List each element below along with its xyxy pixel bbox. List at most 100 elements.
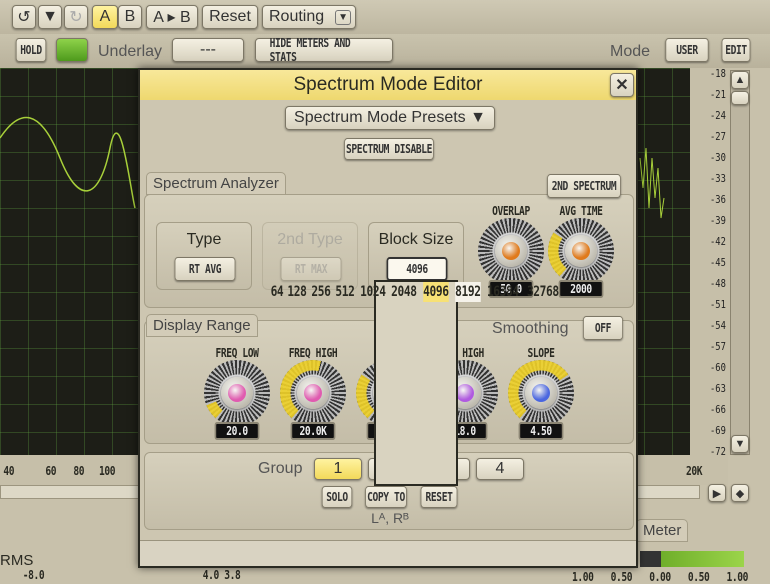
group-reset-button[interactable]: RESET <box>420 486 458 508</box>
knob-label: FREQ LOW <box>215 346 259 360</box>
scale-tick: -69 <box>710 424 727 437</box>
dialog-footer <box>140 540 636 566</box>
scale-tick: -42 <box>710 235 727 248</box>
block-size-options: 64 128 256 512 1024 2048 4096 8192 16384 32768 <box>271 280 559 486</box>
scale-tick: -30 <box>710 151 727 164</box>
scale-tick: -33 <box>710 172 727 185</box>
redo-icon: ↻ <box>69 9 83 26</box>
group-button-4[interactable]: 4 <box>476 458 524 480</box>
freq-tick: 80 <box>73 464 85 478</box>
redo-button[interactable]: ↻ <box>64 5 88 29</box>
block-size-option[interactable]: 32768 <box>527 282 559 302</box>
meter-scale: 1.00 0.50 0.00 0.50 1.00 <box>572 570 748 584</box>
mode-button[interactable]: USER <box>665 38 709 62</box>
scale-tick: -48 <box>710 277 727 290</box>
scale-tick: -39 <box>710 214 727 227</box>
copy-to-button[interactable]: COPY TO <box>365 486 407 508</box>
preset-a-button[interactable]: A <box>92 5 118 29</box>
underlay-dropdown[interactable]: --- <box>172 38 244 62</box>
second-type-button[interactable]: RT MAX <box>280 257 342 281</box>
type-label: Type <box>186 231 222 248</box>
scale-tick: -63 <box>710 382 727 395</box>
knob-label: SLOPE <box>527 346 555 360</box>
knob-value[interactable]: 4.50 <box>518 422 564 440</box>
solo-button[interactable]: SOLO <box>321 486 353 508</box>
vertical-scrollbar[interactable]: ▲ ▼ <box>730 70 750 455</box>
rms-label: RMS <box>0 552 34 569</box>
reset-button[interactable]: Reset <box>202 5 258 29</box>
type-group: Type RT AVG <box>156 222 252 290</box>
freq-tick: 100 <box>99 464 116 478</box>
block-size-option[interactable]: 512 <box>335 282 354 302</box>
knob[interactable] <box>508 360 574 426</box>
dialog-title: Spectrum Mode Editor <box>293 74 483 95</box>
undo-button[interactable]: ↺ <box>12 5 36 29</box>
routing-label: Routing <box>269 8 325 25</box>
scale-tick: -21 <box>710 88 727 101</box>
scale-tick: -45 <box>710 256 727 269</box>
knob-value[interactable]: 20.0K <box>290 422 336 440</box>
second-spectrum-button[interactable]: 2ND SPECTRUM <box>547 174 621 198</box>
scroll-right-button[interactable]: ▶ <box>708 484 726 502</box>
scale-tick: -60 <box>710 361 727 374</box>
knob-label: AVG TIME <box>559 204 603 218</box>
preset-b-button[interactable]: B <box>118 5 142 29</box>
block-size-option[interactable]: 8192 <box>454 282 481 303</box>
knob[interactable] <box>204 360 270 426</box>
scroll-thumb[interactable] <box>731 91 749 105</box>
correlation-meter <box>640 551 744 567</box>
scroll-down-button[interactable]: ▼ <box>731 435 749 453</box>
scale-tick: -51 <box>710 298 727 311</box>
block-size-option[interactable]: 4096 <box>423 282 449 303</box>
block-size-option[interactable]: 16384 <box>487 282 519 302</box>
copy-a-to-b-button[interactable]: A ▸ B <box>146 5 198 29</box>
knob-label: FREQ HIGH <box>288 346 338 360</box>
channel-label: Lᴬ, Rᴮ <box>371 510 409 526</box>
smoothing-button[interactable]: OFF <box>583 316 623 340</box>
knob[interactable] <box>478 218 544 284</box>
underlay-label: Underlay <box>98 43 163 60</box>
scale-tick: -66 <box>710 403 727 416</box>
meter-tab[interactable]: Meter <box>636 519 689 542</box>
scale-tick: -18 <box>710 67 727 80</box>
group-label: Group <box>258 460 303 477</box>
knob-value[interactable]: 20.0 <box>214 422 260 440</box>
knob[interactable] <box>548 218 614 284</box>
second-type-label: 2nd Type <box>277 231 343 248</box>
knob-value[interactable]: 2000 <box>558 280 604 298</box>
block-size-option[interactable]: 256 <box>311 282 330 302</box>
hide-meters-button[interactable]: HIDE METERS AND STATS <box>255 36 393 64</box>
top-toolbar: ↺ ▼ ↻ A B A ▸ B Reset Routing ▼ <box>0 0 770 34</box>
stat-values: 4.0 3.8 <box>202 568 241 582</box>
second-type-group: 2nd Type RT MAX <box>262 222 358 290</box>
block-size-label: Block Size <box>378 231 454 248</box>
scale-tick: -57 <box>710 340 727 353</box>
freq-tick: 40 <box>3 464 15 478</box>
edit-button[interactable]: EDIT <box>721 38 751 62</box>
spectrum-disable-button[interactable]: SPECTRUM DISABLE <box>344 138 434 160</box>
type-button[interactable]: RT AVG <box>174 257 236 281</box>
block-size-option[interactable]: 2048 <box>391 282 417 302</box>
scale-tick: -54 <box>710 319 727 332</box>
scroll-up-button[interactable]: ▲ <box>731 71 749 89</box>
block-size-option[interactable]: 64 <box>271 282 284 302</box>
zoom-reset-button[interactable]: ◆ <box>731 484 749 502</box>
freq-tick: 60 <box>45 464 57 478</box>
hold-indicator[interactable] <box>56 38 88 62</box>
routing-dropdown[interactable]: Routing ▼ <box>262 5 356 29</box>
scale-tick: -24 <box>710 109 727 122</box>
display-range-tab: Display Range <box>146 314 258 337</box>
hide-meters-label: HIDE METERS AND STATS <box>269 36 351 64</box>
scale-tick: -27 <box>710 130 727 143</box>
block-size-dropdown[interactable]: 4096 <box>386 257 448 281</box>
undo-menu-button[interactable]: ▼ <box>38 5 62 29</box>
hold-button[interactable]: HOLD <box>15 38 47 62</box>
group-button-1[interactable]: 1 <box>314 458 362 480</box>
dialog-title-bar: Spectrum Mode Editor <box>140 70 636 100</box>
block-size-option[interactable]: 1024 <box>360 282 386 302</box>
presets-dropdown[interactable]: Spectrum Mode Presets ▼ <box>285 106 495 130</box>
close-button[interactable]: ✕ <box>610 73 634 97</box>
knob-label: OVERLAP <box>492 204 530 218</box>
block-size-option[interactable]: 128 <box>288 282 307 302</box>
knob[interactable] <box>280 360 346 426</box>
